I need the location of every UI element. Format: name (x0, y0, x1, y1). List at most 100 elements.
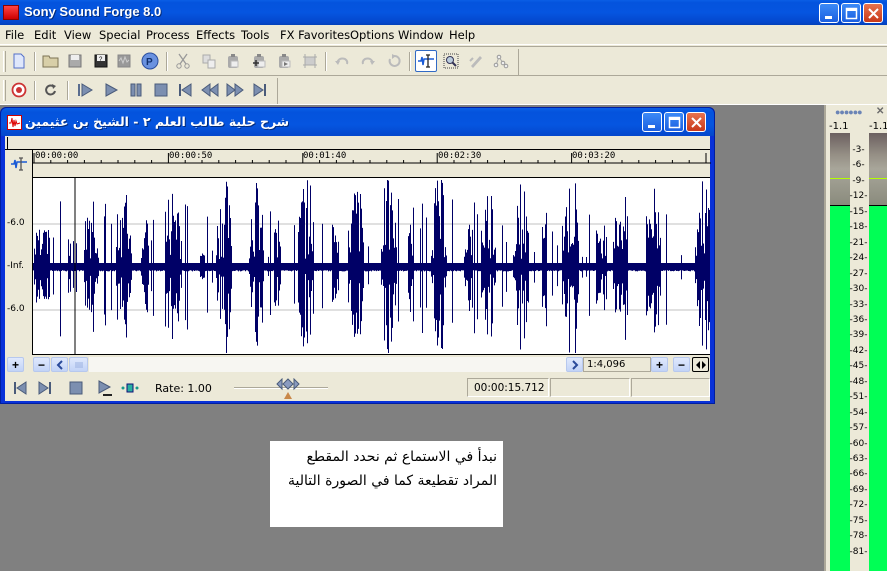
zoom-normal-button[interactable] (692, 357, 709, 372)
waveform-display[interactable] (32, 178, 710, 355)
meter-scale-label: -78- (849, 531, 868, 542)
scroll-track[interactable] (89, 357, 569, 372)
open-button[interactable] (40, 50, 62, 72)
go-to-start-icon (14, 381, 27, 395)
db-label: -Inf. (7, 261, 24, 271)
menu-effects[interactable]: Effects (196, 28, 235, 42)
playbar-stop-button[interactable] (67, 379, 85, 397)
maximize-button[interactable] (841, 3, 861, 23)
toolbar-grip[interactable] (3, 80, 6, 101)
app-title: Sony Sound Forge 8.0 (24, 4, 162, 19)
playbar-go-to-end-button[interactable] (36, 379, 54, 397)
sound-file-icon (7, 115, 22, 130)
open-folder-icon (42, 55, 59, 68)
menu-edit[interactable]: Edit (34, 28, 56, 42)
ruler-tool-corner[interactable] (5, 150, 32, 178)
menu-options[interactable]: Options (350, 28, 394, 42)
meters-close-icon[interactable]: ✕ (876, 106, 884, 117)
menu-special[interactable]: Special (99, 28, 140, 42)
go-to-start-button[interactable] (174, 79, 196, 101)
meter-scale-label: -51- (849, 392, 868, 403)
playbar-scrub-button[interactable] (121, 379, 139, 397)
menu-window[interactable]: Window (398, 28, 443, 42)
play-normal-icon (98, 380, 112, 396)
zoom-out-button[interactable]: − (673, 357, 690, 372)
play-button[interactable] (100, 79, 122, 101)
trim-crop-button[interactable] (299, 50, 321, 72)
playbar-play-normal-button[interactable] (96, 379, 114, 397)
time-ruler[interactable]: 00:00:00 00:00:50 00:01:40 00:02:30 00:0… (32, 150, 711, 178)
stop-button[interactable] (150, 79, 172, 101)
overview-bar[interactable] (5, 136, 710, 150)
zoom-in-vertical-button[interactable]: + (7, 357, 24, 372)
menu-view[interactable]: View (64, 28, 91, 42)
db-label: -6.0 (7, 218, 25, 228)
render-as-icon (117, 54, 131, 68)
rate-slider-thumb[interactable] (276, 377, 302, 403)
redo-button[interactable] (357, 50, 379, 72)
magnify-tool-button[interactable] (440, 50, 462, 72)
copy-button[interactable] (198, 50, 220, 72)
edit-tool-button[interactable] (415, 50, 437, 72)
data-window: شرح حلية طالب العلم ٢ - الشيخ بن عثيمين … (0, 107, 715, 404)
save-button[interactable] (64, 50, 86, 72)
menu-tools[interactable]: Tools (241, 28, 269, 42)
undo-button[interactable] (331, 50, 353, 72)
data-window-minimize-button[interactable] (642, 112, 662, 132)
playbar-go-to-start-button[interactable] (11, 379, 29, 397)
publish-button[interactable]: P (139, 50, 161, 72)
pause-button[interactable] (125, 79, 147, 101)
menu-file[interactable]: File (5, 28, 24, 42)
rewind-button[interactable] (199, 79, 221, 101)
go-to-end-button[interactable] (249, 79, 271, 101)
zoom-in-button[interactable]: + (651, 357, 668, 372)
data-window-maximize-button[interactable] (664, 112, 684, 132)
meter-scale-label: -66- (849, 469, 868, 480)
toolbar-separator (166, 52, 168, 71)
scroll-thumb[interactable] (69, 357, 88, 372)
meter-scale-label: -42- (849, 345, 868, 356)
mix-paste-button[interactable] (248, 50, 270, 72)
overview-selection[interactable] (7, 137, 38, 150)
zoom-out-vertical-button[interactable]: − (33, 357, 50, 372)
peak-right[interactable]: -1.1 (869, 121, 887, 132)
loop-playback-button[interactable] (40, 79, 62, 101)
toolbar-separator (34, 81, 36, 100)
level-ruler: -6.0 -Inf. -6.0 (5, 178, 32, 355)
go-to-end-icon (38, 381, 51, 395)
paste-button[interactable] (222, 50, 244, 72)
meter-scale-label: -57- (849, 423, 868, 434)
close-button[interactable] (863, 3, 883, 23)
envelope-tool-button[interactable] (490, 50, 512, 72)
crossfade-paste-button[interactable] (273, 50, 295, 72)
repeat-button[interactable] (383, 50, 405, 72)
menu-fx-favorites[interactable]: FX Favorites (280, 28, 350, 42)
slider-thumb-icon (276, 377, 300, 399)
repeat-icon (388, 54, 401, 67)
toolbar-grip[interactable] (3, 51, 6, 72)
meters-grip[interactable]: ●●●●●● (835, 107, 863, 117)
scroll-left-button[interactable] (51, 357, 68, 372)
cut-button[interactable] (172, 50, 194, 72)
envelope-tool-icon (493, 54, 509, 69)
redo-icon (361, 57, 375, 65)
menu-help[interactable]: Help (449, 28, 475, 42)
scroll-right-button[interactable] (566, 357, 583, 372)
play-all-button[interactable] (74, 79, 96, 101)
meter-scale-label: -3- (852, 145, 865, 155)
data-window-close-button[interactable] (686, 112, 706, 132)
peak-left[interactable]: -1.1 (829, 121, 849, 132)
minimize-icon (648, 125, 655, 128)
annotation-line-2: المراد تقطيعة كما في الصورة التالية (288, 473, 497, 489)
menu-process[interactable]: Process (146, 28, 190, 42)
record-button[interactable] (8, 79, 30, 101)
forward-button[interactable] (224, 79, 246, 101)
new-file-button[interactable] (8, 50, 30, 72)
pencil-tool-button[interactable] (465, 50, 487, 72)
minimize-button[interactable] (819, 3, 839, 23)
meter-scale-label: -75- (849, 515, 868, 526)
meter-scale-label: -39- (849, 330, 868, 341)
save-as-button[interactable]: ? (90, 50, 112, 72)
render-as-button[interactable] (113, 50, 135, 72)
data-window-titlebar[interactable]: شرح حلية طالب العلم ٢ - الشيخ بن عثيمين (1, 108, 714, 136)
